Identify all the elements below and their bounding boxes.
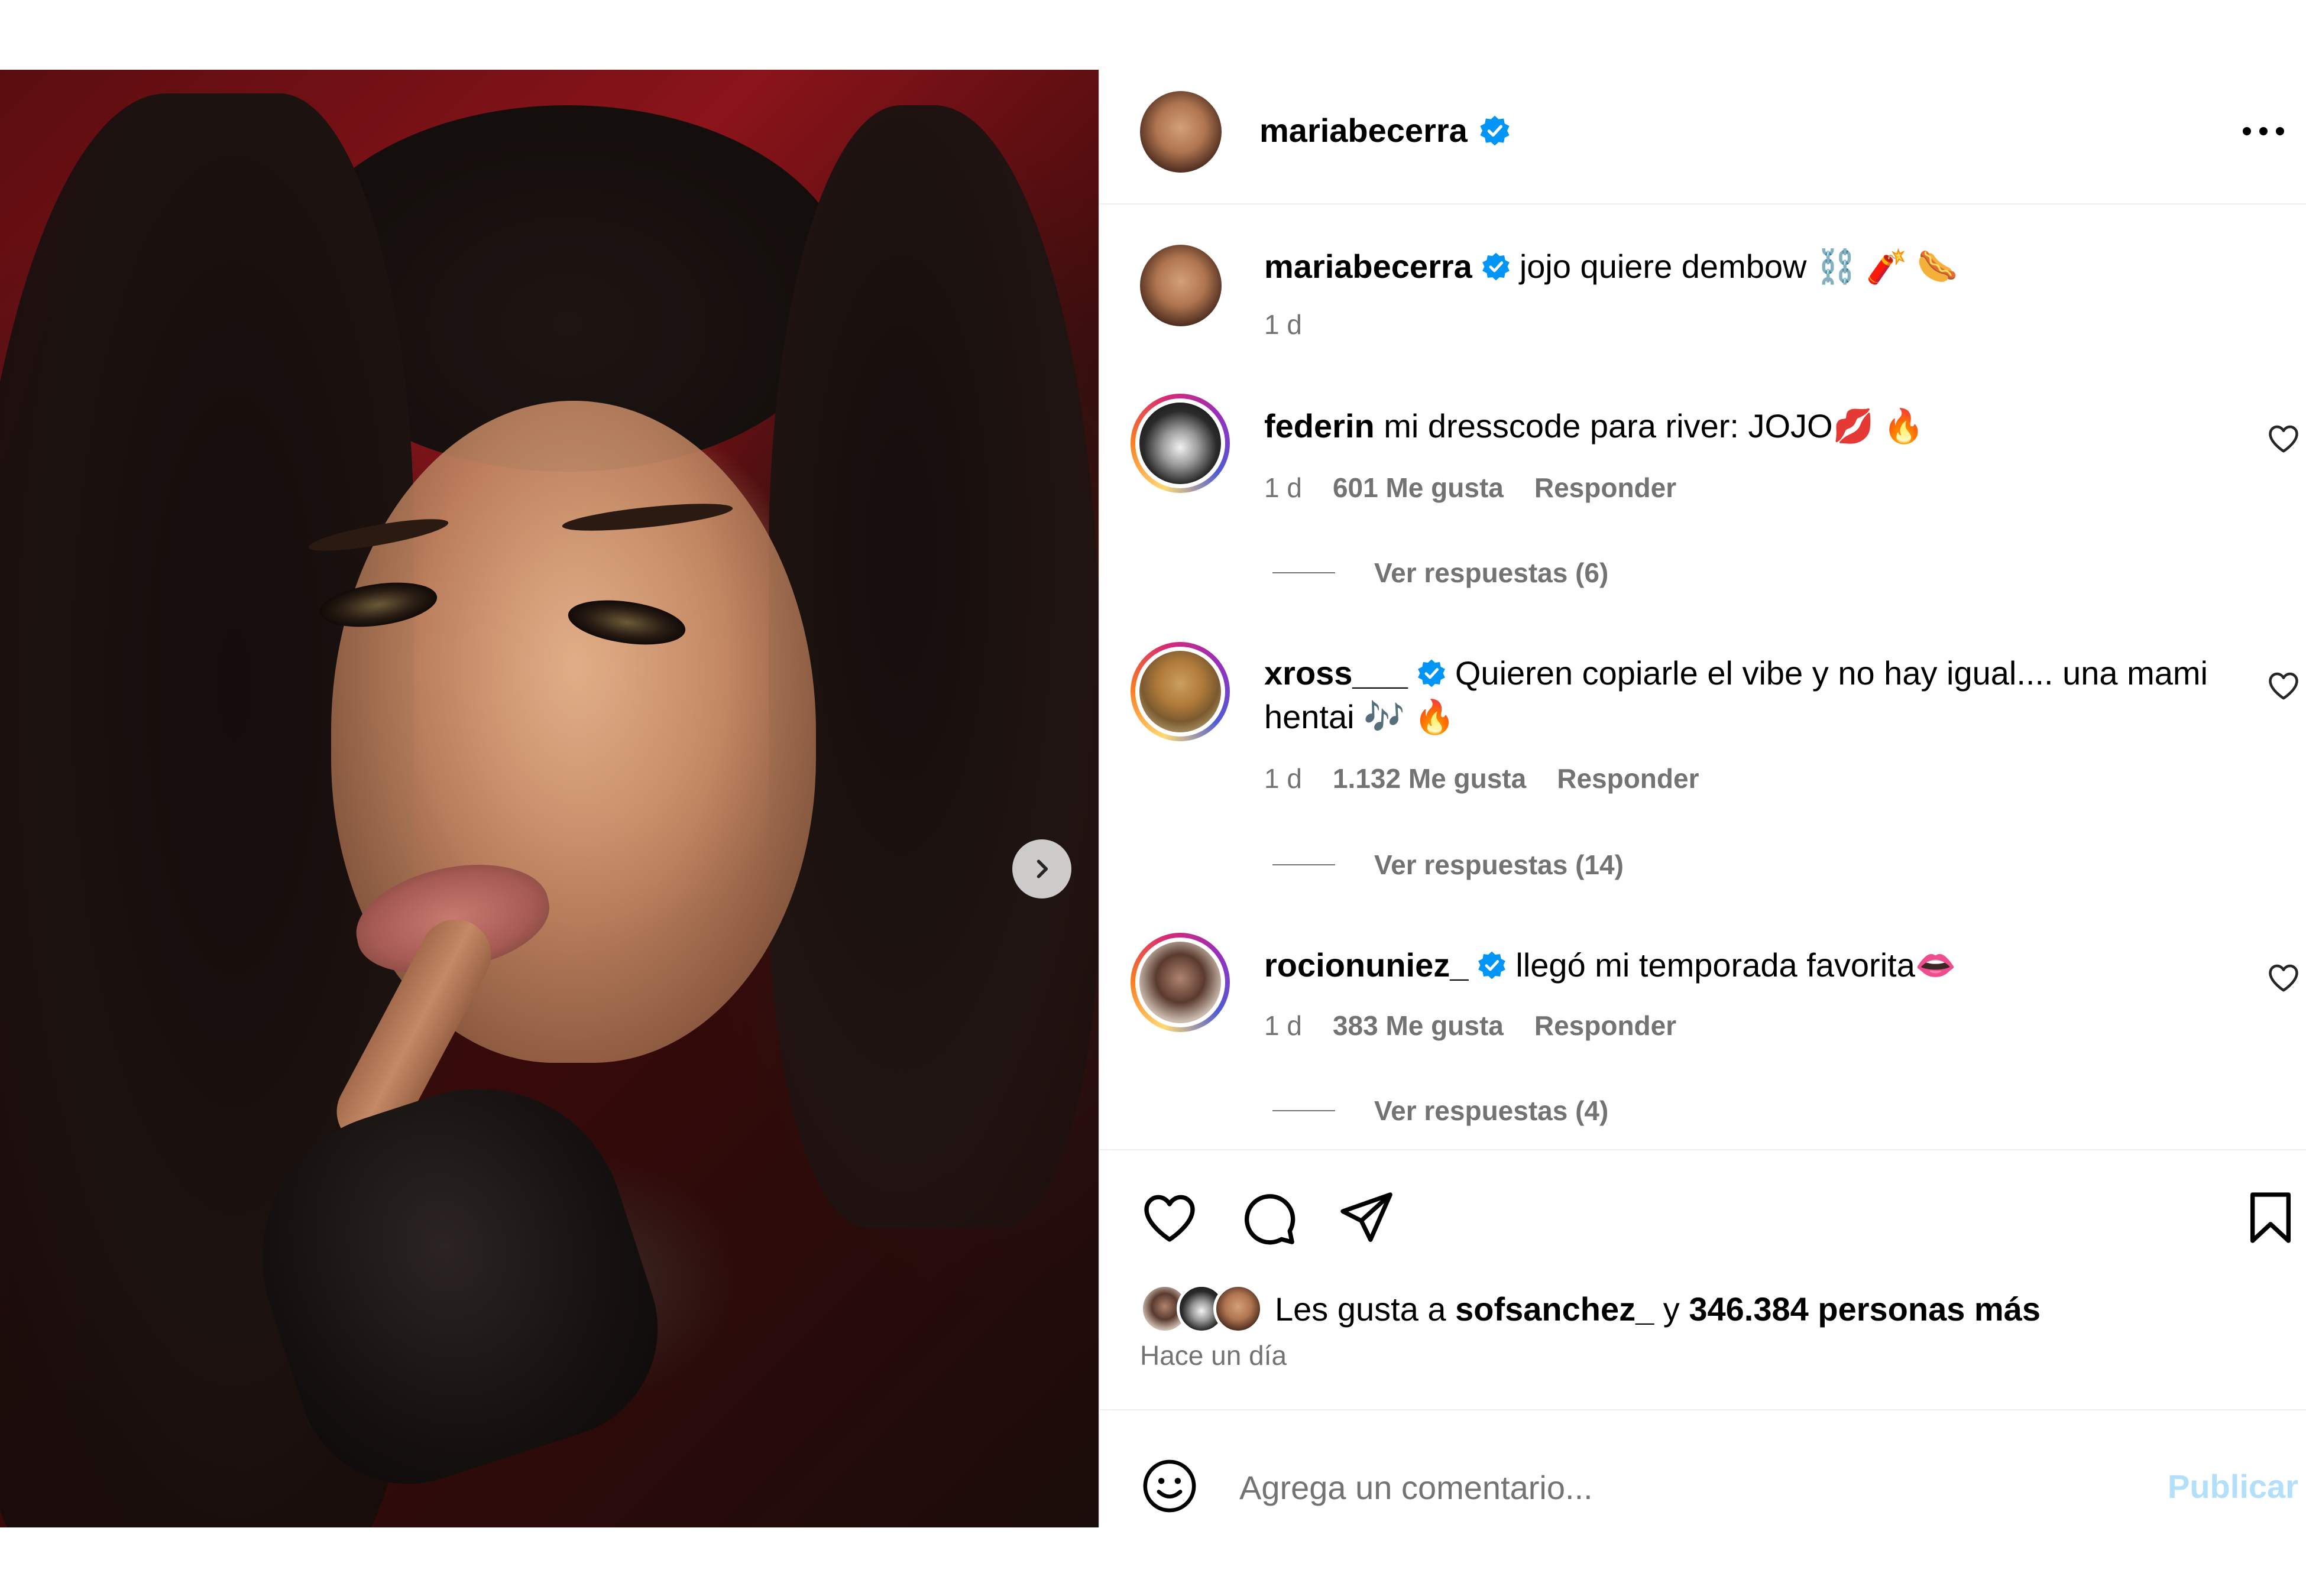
comment-meta: 1 d 1.132 Me gusta Responder (1264, 763, 1699, 794)
comment-likes[interactable]: 1.132 Me gusta (1333, 763, 1526, 794)
replies-line (1272, 572, 1335, 573)
view-replies-label: Ver respuestas (14) (1374, 849, 1624, 880)
view-replies-button[interactable]: Ver respuestas (4) (1272, 1095, 1608, 1127)
comment-text: llegó mi temporada favorita👄 (1515, 946, 1957, 984)
reply-button[interactable]: Responder (1557, 763, 1699, 794)
carousel-next-button[interactable] (1012, 839, 1071, 898)
verified-badge-icon (1480, 115, 1510, 145)
caption-meta: 1 d (1264, 309, 1302, 340)
view-replies-button[interactable]: Ver respuestas (6) (1272, 557, 1608, 589)
avatar (1135, 938, 1225, 1027)
view-replies-button[interactable]: Ver respuestas (14) (1272, 849, 1624, 881)
view-replies-label: Ver respuestas (4) (1374, 1095, 1609, 1126)
comment-heart-icon[interactable] (2266, 668, 2301, 703)
comment-avatar-rocionuniez[interactable] (1131, 933, 1230, 1032)
view-replies-label: Ver respuestas (6) (1374, 557, 1609, 588)
like-heart-icon[interactable] (1139, 1187, 1200, 1248)
comment-text: Quieren copiarle el vibe y no hay igual.… (1455, 654, 2208, 692)
bookmark-icon[interactable] (2240, 1187, 2301, 1248)
likes-count[interactable]: 346.384 personas más (1689, 1290, 2041, 1328)
caption-text: jojo quiere dembow ⛓️ 🧨 🌭 (1519, 248, 1958, 285)
comment-text: mi dresscode para river: JOJO💋 🔥 (1384, 407, 1925, 445)
comment-text-line2: hentai 🎶 🔥 (1264, 698, 1456, 735)
post-header: mariabecerra (1259, 111, 1511, 150)
caption-time[interactable]: 1 d (1264, 309, 1302, 340)
likes-connector: y (1654, 1290, 1689, 1328)
comment-username[interactable]: rocionuniez_ (1264, 943, 1468, 987)
header-divider (1100, 203, 2306, 205)
comment-likes[interactable]: 601 Me gusta (1333, 472, 1504, 504)
reply-button[interactable]: Responder (1534, 472, 1676, 504)
replies-line (1272, 1110, 1335, 1111)
caption-avatar[interactable] (1140, 245, 1222, 326)
comment-username[interactable]: federin (1264, 407, 1375, 445)
author-username[interactable]: mariabecerra (1259, 111, 1468, 150)
input-divider (1100, 1409, 2306, 1410)
emoji-icon[interactable] (1139, 1455, 1200, 1517)
replies-line (1272, 864, 1335, 865)
comment-rocionuniez: rocionuniez_ llegó mi temporada favorita… (1264, 943, 1957, 987)
post-time[interactable]: Hace un día (1140, 1339, 1287, 1371)
likes-summary: Les gusta a sofsanchez_ y 346.384 person… (1140, 1284, 2041, 1334)
caption: mariabecerra jojo quiere dembow ⛓️ 🧨 🌭 (1264, 245, 1958, 288)
likes-prefix: Les gusta a (1275, 1290, 1456, 1328)
comment-time[interactable]: 1 d (1264, 1010, 1302, 1042)
comment-avatar-xross[interactable] (1131, 642, 1230, 741)
comment-xross: xross___ Quieren copiarle el vibe y no h… (1264, 651, 2258, 739)
comment-heart-icon[interactable] (2266, 421, 2301, 456)
verified-badge-icon (1478, 951, 1506, 979)
publish-button[interactable]: Publicar (2168, 1467, 2298, 1506)
comment-meta: 1 d 383 Me gusta Responder (1264, 1010, 1676, 1042)
share-send-icon[interactable] (1335, 1187, 1397, 1248)
reply-button[interactable]: Responder (1534, 1010, 1676, 1042)
liker-username[interactable]: sofsanchez_ (1455, 1290, 1654, 1328)
photo-hair-right (769, 105, 1099, 1228)
post-photo[interactable] (0, 70, 1099, 1527)
comment-avatar-federin[interactable] (1131, 394, 1230, 493)
post-side-panel: mariabecerra mariabecerra jojo quiere de… (1099, 70, 2306, 1527)
comment-username[interactable]: xross___ (1264, 651, 1408, 695)
comment-heart-icon[interactable] (2266, 960, 2301, 995)
verified-badge-icon (1482, 252, 1510, 281)
author-avatar[interactable] (1140, 91, 1222, 173)
comment-time[interactable]: 1 d (1264, 472, 1302, 504)
comment-federin: federin mi dresscode para river: JOJO💋 🔥 (1264, 404, 1925, 448)
comment-meta: 1 d 601 Me gusta Responder (1264, 472, 1676, 504)
liker-avatars (1140, 1284, 1263, 1334)
more-horizontal-icon[interactable] (2241, 124, 2286, 138)
caption-username[interactable]: mariabecerra (1264, 245, 1472, 288)
avatar (1135, 398, 1225, 488)
avatar[interactable] (1213, 1284, 1263, 1334)
verified-badge-icon (1417, 659, 1445, 687)
comment-line: xross___ Quieren copiarle el vibe y no h… (1264, 651, 2258, 695)
actions-divider (1100, 1149, 2306, 1150)
comment-likes[interactable]: 383 Me gusta (1333, 1010, 1504, 1042)
comment-bubble-icon[interactable] (1237, 1187, 1298, 1248)
avatar (1135, 647, 1225, 737)
chevron-right-icon (1037, 859, 1048, 878)
comment-input[interactable] (1239, 1462, 2067, 1512)
comment-time[interactable]: 1 d (1264, 763, 1302, 794)
